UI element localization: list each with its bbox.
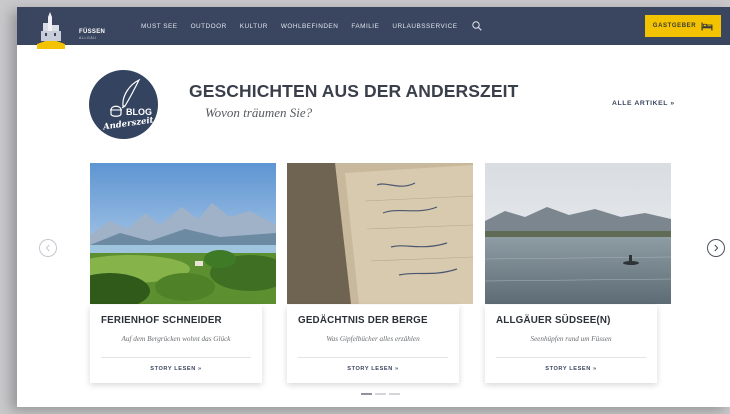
menu-item-must-see[interactable]: MUST SEE	[141, 23, 178, 30]
story-card-image-alpine-meadow[interactable]	[90, 163, 276, 304]
story-card-image-lake-boat[interactable]	[485, 163, 671, 304]
story-card-body: ALLGÄUER SÜDSEE(N) Seenhüpfen rund um Fü…	[485, 305, 657, 383]
logo-subline: ALLGÄU	[79, 36, 97, 40]
fuessen-logo[interactable]: FÜSSEN ALLGÄU	[35, 11, 105, 51]
story-card-image-summit-book[interactable]	[287, 163, 473, 304]
story-card-title[interactable]: ALLGÄUER SÜDSEE(N)	[496, 315, 611, 326]
carousel-dot[interactable]	[389, 393, 400, 395]
all-articles-link[interactable]: ALLE ARTIKEL »	[612, 100, 675, 107]
carousel-dot[interactable]	[361, 393, 372, 395]
logo-wordmark: FÜSSEN	[79, 29, 106, 35]
story-card-description: Was Gipfelbücher alles erzählen	[326, 335, 420, 343]
bed-icon	[701, 22, 713, 30]
menu-item-outdoor[interactable]: OUTDOOR	[191, 23, 227, 30]
story-lesen-button[interactable]: STORY LESEN »	[485, 366, 657, 372]
carousel-next-button[interactable]	[707, 239, 725, 257]
carousel-dot[interactable]	[375, 393, 386, 395]
search-icon[interactable]	[472, 21, 483, 31]
page-title: GESCHICHTEN AUS DER ANDERSZEIT	[189, 81, 519, 101]
story-card-title[interactable]: FERIENHOF SCHNEIDER	[101, 315, 222, 326]
menu-item-wohlbefinden[interactable]: WOHLBEFINDEN	[281, 23, 338, 30]
story-card-description: Seenhüpfen rund um Füssen	[530, 335, 612, 343]
gastgeber-button[interactable]: GASTGEBER	[645, 15, 721, 37]
story-card-body: GEDÄCHTNIS DER BERGE Was Gipfelbücher al…	[287, 305, 459, 383]
gastgeber-button-label: GASTGEBER	[652, 23, 697, 29]
top-navigation: FÜSSEN ALLGÄU MUST SEE OUTDOOR KULTUR WO…	[17, 7, 730, 49]
menu-item-kultur[interactable]: KULTUR	[240, 23, 268, 30]
card-divider	[101, 357, 251, 358]
blog-anderszeit-badge: BLOG Anderszeit	[89, 70, 158, 139]
story-card-description: Auf dem Bergrücken wohnt das Glück	[121, 335, 231, 343]
card-divider	[496, 357, 646, 358]
page-subtitle: Wovon träumen Sie?	[205, 105, 313, 120]
card-divider	[298, 357, 448, 358]
browser-viewport: FÜSSEN ALLGÄU MUST SEE OUTDOOR KULTUR WO…	[17, 7, 730, 407]
carousel-pagination	[361, 393, 400, 395]
story-lesen-button[interactable]: STORY LESEN »	[90, 366, 262, 372]
chevron-left-icon	[45, 244, 50, 252]
story-card-body: FERIENHOF SCHNEIDER Auf dem Bergrücken w…	[90, 305, 262, 383]
main-menu: MUST SEE OUTDOOR KULTUR WOHLBEFINDEN FAM…	[141, 7, 483, 45]
menu-item-familie[interactable]: FAMILIE	[351, 23, 379, 30]
chevron-right-icon	[714, 244, 719, 252]
story-lesen-button[interactable]: STORY LESEN »	[287, 366, 459, 372]
menu-item-urlaubsservice[interactable]: URLAUBSSERVICE	[392, 23, 457, 30]
story-card-title[interactable]: GEDÄCHTNIS DER BERGE	[298, 315, 428, 326]
carousel-prev-button[interactable]	[39, 239, 57, 257]
